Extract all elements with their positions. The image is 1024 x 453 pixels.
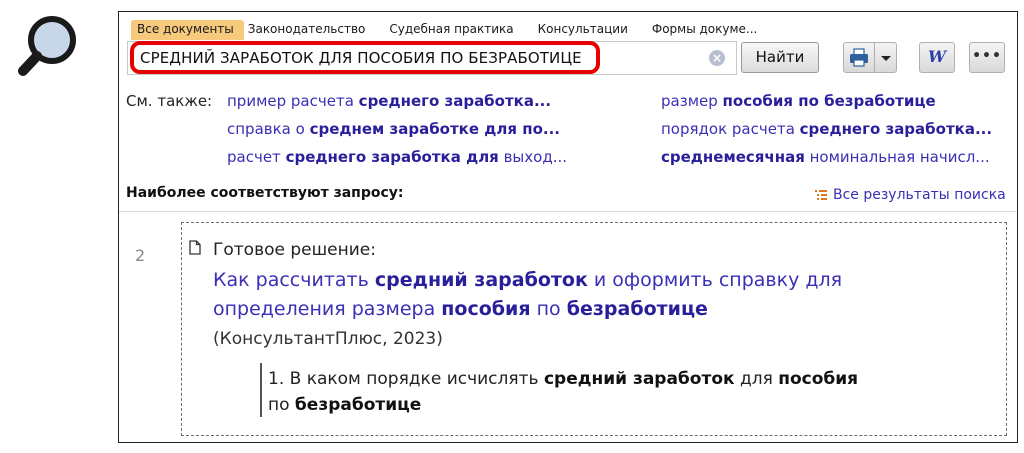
see-also-link[interactable]: порядок расчета среднего заработка... (661, 120, 992, 138)
print-dropdown-button[interactable] (875, 42, 897, 73)
result-type: Готовое решение: (213, 240, 376, 260)
find-button[interactable]: Найти (741, 42, 819, 73)
tab-forms[interactable]: Формы докуме... (640, 20, 770, 40)
result-excerpt-link[interactable]: 1. В каком порядке исчислять средний зар… (268, 369, 858, 389)
see-also-link[interactable]: расчет среднего заработка для выход... (227, 148, 567, 166)
result-excerpt-link[interactable]: по безработице (268, 395, 421, 415)
see-also-link[interactable]: размер пособия по безработице (661, 92, 936, 110)
search-input[interactable]: СРЕДНИЙ ЗАРАБОТОК ДЛЯ ПОСОБИЯ ПО БЕЗРАБО… (127, 41, 737, 75)
see-also-link[interactable]: справка о среднем заработке для по... (227, 120, 560, 138)
printer-icon (850, 48, 868, 67)
tab-legislation[interactable]: Законодательство (244, 20, 378, 40)
search-query[interactable]: СРЕДНИЙ ЗАРАБОТОК ДЛЯ ПОСОБИЯ ПО БЕЗРАБО… (140, 49, 582, 67)
word-icon: W (928, 47, 946, 66)
clear-icon[interactable]: × (709, 50, 725, 66)
document-icon (189, 240, 201, 255)
tab-all-documents[interactable]: Все документы (131, 20, 244, 40)
result-title-link[interactable]: определения размера пособия по безработи… (213, 298, 708, 320)
list-icon (815, 190, 827, 200)
best-match-heading: Наиболее соответствуют запросу: (126, 185, 404, 201)
print-button[interactable] (843, 42, 875, 73)
see-also-link[interactable]: пример расчета среднего заработка... (227, 92, 551, 110)
chevron-down-icon (881, 56, 891, 61)
document-tabs: Все документы Законодательство Судебная … (131, 20, 769, 40)
search-magnifier-icon (18, 16, 76, 76)
result-source: (КонсультантПлюс, 2023) (213, 329, 443, 349)
quote-bar (260, 363, 262, 417)
see-also-label: См. также: (126, 92, 213, 110)
result-number: 2 (135, 246, 146, 265)
tab-consultations[interactable]: Консультации (526, 20, 640, 40)
export-word-button[interactable]: W (919, 42, 955, 73)
search-result-item: Готовое решение: Как рассчитать средний … (181, 222, 1007, 436)
more-options-button[interactable]: ••• (969, 42, 1005, 73)
more-icon: ••• (972, 48, 1002, 64)
search-panel: Все документы Законодательство Судебная … (118, 11, 1018, 443)
tab-court-practice[interactable]: Судебная практика (377, 20, 525, 40)
divider (119, 211, 1016, 212)
see-also-link[interactable]: среднемесячная номинальная начисл... (661, 148, 990, 166)
all-results-link[interactable]: Все результаты поиска (815, 187, 1006, 203)
result-title-link[interactable]: Как рассчитать средний заработок и оформ… (213, 269, 842, 291)
